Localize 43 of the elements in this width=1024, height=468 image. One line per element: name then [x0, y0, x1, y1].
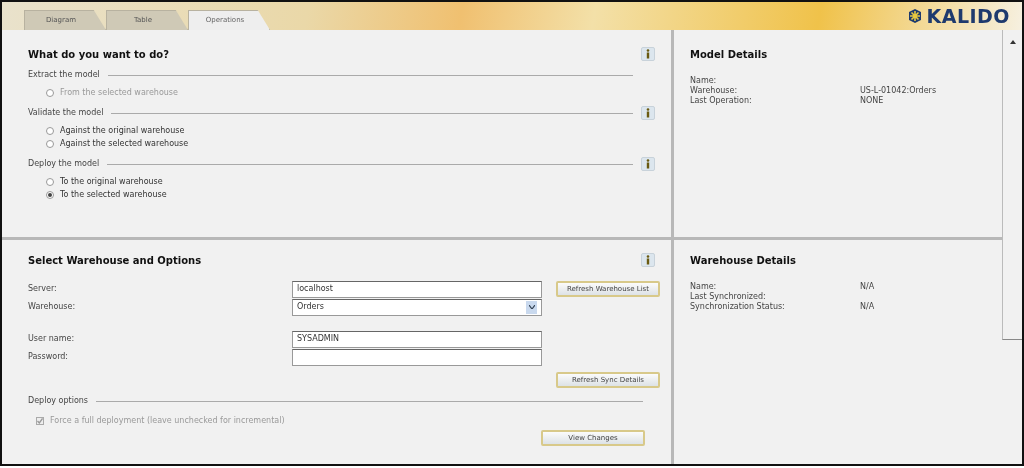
input-field[interactable]: localhost [292, 280, 542, 298]
section-heading: Warehouse Details [690, 253, 796, 268]
detail-value: N/A [860, 282, 875, 292]
scrollbar[interactable] [1002, 30, 1022, 340]
info-icon[interactable] [641, 157, 655, 171]
detail-label: Name: [690, 282, 718, 292]
field-label: Warehouse: [28, 301, 77, 313]
input-field[interactable]: SYSADMIN [292, 330, 542, 348]
caret-icon [528, 305, 535, 309]
group-label: Deploy the model [28, 158, 100, 170]
detail-value: NONE [860, 96, 884, 106]
scroll-up-icon[interactable] [1009, 40, 1016, 44]
password-field[interactable] [292, 348, 542, 366]
radio-button[interactable] [46, 126, 54, 135]
group-label: Extract the model [28, 69, 100, 81]
field-label: User name: [28, 333, 76, 345]
detail-value: US-L-01042:Orders [860, 86, 937, 96]
field-label: Server: [28, 283, 58, 295]
logo-icon [907, 8, 924, 24]
radio-option[interactable]: Against the original warehouse [28, 124, 655, 137]
dropdown[interactable]: Orders [292, 298, 542, 316]
detail-label: Last Synchronized: [690, 292, 767, 302]
detail-label: Name: [690, 76, 718, 86]
radio-option[interactable]: To the selected warehouse [28, 188, 655, 201]
detail-label: Synchronization Status: [690, 302, 786, 312]
radio-button[interactable] [46, 177, 54, 186]
detail-label: Last Operation: [690, 96, 753, 106]
info-icon[interactable] [641, 47, 655, 61]
group-label: Deploy options [28, 395, 89, 407]
radio-option[interactable]: To the original warehouse [28, 175, 655, 188]
info-icon[interactable] [641, 106, 655, 120]
group-label: Validate the model [28, 107, 104, 119]
section-heading: What do you want to do? [28, 47, 169, 62]
section-heading: Select Warehouse and Options [28, 253, 202, 268]
radio-button[interactable] [46, 190, 54, 199]
section-heading: Model Details [690, 47, 768, 62]
detail-label: Warehouse: [690, 86, 739, 96]
field-label: Password: [28, 351, 70, 363]
radio-option[interactable]: Against the selected warehouse [28, 137, 655, 150]
radio-button[interactable] [46, 139, 54, 148]
info-icon[interactable] [641, 253, 655, 267]
logo-text: KALIDO [926, 3, 1010, 29]
detail-value: N/A [860, 302, 875, 312]
